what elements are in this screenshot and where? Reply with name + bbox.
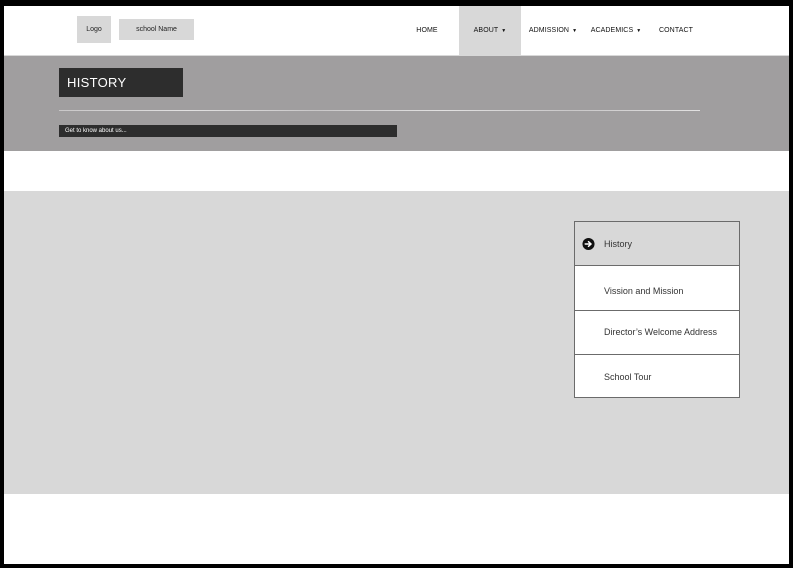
nav-home[interactable]: HOME (407, 6, 447, 55)
chevron-down-icon: ▼ (501, 27, 507, 34)
side-menu-label: Director’s Welcome Address (604, 326, 718, 337)
side-menu-item-vision-mission[interactable]: Vission and Mission (575, 265, 739, 310)
logo-placeholder[interactable]: Logo (77, 16, 111, 43)
side-menu-label: School Tour (604, 371, 652, 382)
nav-academics-label: ACADEMICS (590, 27, 634, 34)
site-header: Logo school Name HOME ABOUT ▼ ADMISSION … (4, 6, 789, 56)
nav-admission[interactable]: ADMISSION ▼ (528, 6, 578, 55)
page-frame: Logo school Name HOME ABOUT ▼ ADMISSION … (4, 6, 789, 564)
about-side-menu: History Vission and Mission Director’s W… (574, 221, 740, 398)
chevron-down-icon: ▼ (572, 27, 578, 34)
chevron-down-icon: ▼ (636, 27, 642, 34)
banner-subtitle: Get to know about us... (59, 125, 397, 137)
side-menu-item-directors-address[interactable]: Director’s Welcome Address (575, 310, 739, 354)
nav-academics[interactable]: ACADEMICS ▼ (590, 6, 642, 55)
page-banner: HISTORY Get to know about us... (4, 56, 789, 151)
nav-about[interactable]: ABOUT ▼ (459, 6, 521, 55)
side-menu-label: Vission and Mission (604, 285, 684, 296)
side-menu-item-school-tour[interactable]: School Tour (575, 354, 739, 397)
banner-divider (59, 110, 700, 111)
footer-area (4, 494, 789, 564)
page-title: HISTORY (59, 68, 183, 97)
nav-contact[interactable]: CONTACT (656, 6, 696, 55)
main-content: History Vission and Mission Director’s W… (4, 191, 789, 494)
school-name[interactable]: school Name (119, 19, 194, 40)
arrow-circle-right-icon (582, 237, 595, 250)
nav-admission-label: ADMISSION (528, 27, 570, 34)
nav-home-label: HOME (416, 27, 438, 34)
side-menu-label: History (604, 238, 633, 249)
nav-contact-label: CONTACT (658, 27, 693, 34)
side-menu-item-history[interactable]: History (575, 222, 739, 265)
nav-about-label: ABOUT (473, 27, 499, 34)
